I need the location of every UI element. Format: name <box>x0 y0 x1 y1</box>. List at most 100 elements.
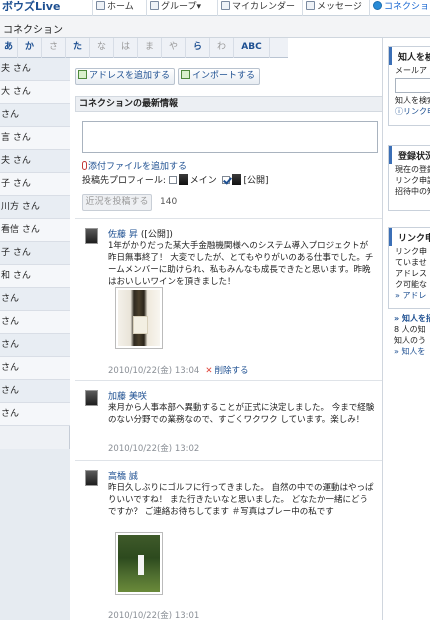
profile-avatar-icon <box>232 174 242 185</box>
feed-post: 高橋 誠 昨日久しぶりにゴルフに行ってきました。 自然の中での運動はやっぱりいい… <box>75 460 382 620</box>
nav-groups[interactable]: グループ▾ <box>146 0 201 16</box>
nav-connections[interactable]: コネクション <box>369 0 430 16</box>
contact-list: 夫 さん 大 さん さん 言 さん 夫 さん 子 さん 川方 さん 看信 さん … <box>0 58 70 620</box>
post-photo[interactable] <box>115 532 163 595</box>
golf-photo <box>118 535 160 592</box>
box-text: アドレス <box>395 269 427 278</box>
contact-list-item[interactable]: 夫 さん <box>0 58 70 81</box>
post-author: 佐藤 昇 ([公開]) <box>108 227 173 240</box>
contact-list-item[interactable]: さん <box>0 334 70 357</box>
post-body: 1年がかりだった某大手金融機関様へのシステム導入プロジェクトが昨日無事終了！ 大… <box>108 241 374 287</box>
public-profile-checkbox[interactable] <box>222 176 231 184</box>
box-text: 知人を検索 <box>395 96 430 105</box>
contact-list-item[interactable]: 夫 さん <box>0 150 70 173</box>
box-heading: リンク申 <box>389 228 430 246</box>
add-address-button[interactable]: アドレスを追加する <box>75 68 176 85</box>
contact-list-item[interactable]: 和 さん <box>0 265 70 288</box>
public-profile-label: [公開] <box>243 176 269 186</box>
box-text: メールア <box>395 66 427 75</box>
address-link[interactable]: » アドレ <box>389 290 430 301</box>
nav-messages-label: メッセージ <box>317 2 362 12</box>
author-name[interactable]: 加藤 美咲 <box>108 392 147 402</box>
post-status-button[interactable]: 近況を投稿する <box>82 194 152 211</box>
attach-file-link[interactable]: 添付ファイルを追加する <box>82 159 187 172</box>
post-body: 昨日久しぶりにゴルフに行ってきました。 自然の中での運動はやっぱりいいですね！ … <box>108 483 374 517</box>
edit-icon <box>78 70 87 79</box>
contact-list-item[interactable]: 川方 さん <box>0 196 70 219</box>
page-title: コネクション <box>3 25 63 36</box>
contact-list-item[interactable]: さん <box>0 357 70 380</box>
right-sidebar: 知人を検 メールア 知人を検索 ⓘリンク申 登録状況 現在の登録 リンク申請 招… <box>382 38 430 620</box>
message-icon <box>306 1 315 10</box>
contact-list-item[interactable]: 大 さん <box>0 81 70 104</box>
box-text: 知人のう <box>394 336 426 345</box>
destination-label: 投稿先プロフィール: <box>82 176 166 186</box>
nav-messages[interactable]: メッセージ <box>302 0 362 16</box>
avatar[interactable] <box>85 390 98 406</box>
status-textarea[interactable] <box>82 121 378 153</box>
avatar[interactable] <box>85 228 98 244</box>
contact-list-item[interactable]: 子 さん <box>0 173 70 196</box>
post-author: 高橋 誠 <box>108 469 138 482</box>
invite-friends-box: » 知人を招 8 人の知 知人のう » 知人を <box>388 313 430 373</box>
wine-photo <box>118 290 160 346</box>
author-name[interactable]: 佐藤 昇 <box>108 230 138 240</box>
registration-status-box: 登録状況 現在の登録 リンク申請 招待中の知 <box>388 145 430 211</box>
invite-friends-link[interactable]: » 知人を招 <box>388 313 430 324</box>
contact-list-item[interactable]: さん <box>0 288 70 311</box>
kana-tab-ka[interactable]: か <box>18 38 42 58</box>
contact-list-item[interactable]: 看信 さん <box>0 219 70 242</box>
nav-home[interactable]: ホーム <box>92 0 134 16</box>
nav-my-calendar[interactable]: マイカレンダー <box>217 0 295 16</box>
kana-tab-sa[interactable]: さ <box>42 38 66 58</box>
character-count: 140 <box>160 197 178 207</box>
connection-icon <box>373 1 382 10</box>
main-profile-checkbox[interactable] <box>168 176 177 184</box>
box-text: ていませ <box>395 258 427 267</box>
import-label: インポートする <box>192 71 256 81</box>
author-name[interactable]: 高橋 誠 <box>108 472 138 482</box>
feed-post: 佐藤 昇 ([公開]) 1年がかりだった某大手金融機関様へのシステム導入プロジェク… <box>75 218 382 380</box>
section-heading: コネクションの最新情報 <box>75 96 383 112</box>
visibility-label: ([公開]) <box>140 230 173 240</box>
post-timestamp: 2010/10/22(金) 13:02 <box>108 444 200 454</box>
top-navigation-bar: ボウズLive ホーム グループ▾ マイカレンダー メッセージ コネクション <box>0 0 430 16</box>
box-text: ク可能な <box>395 280 427 289</box>
email-search-input[interactable] <box>395 78 430 93</box>
delete-link[interactable]: ✕ 削除する <box>205 366 248 376</box>
contact-list-item[interactable]: 言 さん <box>0 127 70 150</box>
attach-file-label: 添付ファイルを追加する <box>88 162 188 172</box>
main-profile-label: メイン <box>189 176 217 186</box>
app-brand-logo[interactable]: ボウズLive <box>0 0 60 16</box>
box-text: リンク申請 <box>395 176 430 185</box>
box-text: 招待中の知 <box>395 187 430 196</box>
nav-home-label: ホーム <box>107 2 134 12</box>
kana-tab-a[interactable]: あ <box>0 38 18 58</box>
nav-groups-label: グループ▾ <box>161 2 201 12</box>
home-icon <box>96 1 105 10</box>
contact-list-item[interactable]: 子 さん <box>0 242 70 265</box>
avatar[interactable] <box>85 470 98 486</box>
link-request-link[interactable]: ⓘリンク申 <box>389 106 430 117</box>
nav-calendar-label: マイカレンダー <box>232 2 296 12</box>
box-heading: 知人を検 <box>389 47 430 65</box>
delete-x-icon: ✕ <box>205 366 213 376</box>
feed-post: 加藤 美咲 来月から人事本部へ異動することが正式に決定しました。 今まで経験のな… <box>75 380 382 460</box>
calendar-icon <box>221 1 230 10</box>
edit-icon <box>181 70 190 79</box>
contact-list-item[interactable]: さん <box>0 104 70 127</box>
find-friends-box: 知人を検 メールア 知人を検索 ⓘリンク申 <box>388 46 430 126</box>
post-photo[interactable] <box>115 287 163 349</box>
post-author: 加藤 美咲 <box>108 389 147 402</box>
group-icon <box>150 1 159 10</box>
contact-list-item[interactable]: さん <box>0 403 70 426</box>
import-button[interactable]: インポートする <box>178 68 261 85</box>
contact-list-item[interactable]: さん <box>0 311 70 334</box>
box-heading: 登録状況 <box>389 146 430 164</box>
contact-list-empty-area <box>0 449 70 620</box>
invite-link[interactable]: » 知人を <box>388 346 430 357</box>
page-title-bar: コネクション <box>0 16 430 38</box>
post-destination: 投稿先プロフィール: メイン [公開] <box>82 173 269 186</box>
add-address-label: アドレスを追加する <box>89 71 171 81</box>
contact-list-item[interactable]: さん <box>0 380 70 403</box>
